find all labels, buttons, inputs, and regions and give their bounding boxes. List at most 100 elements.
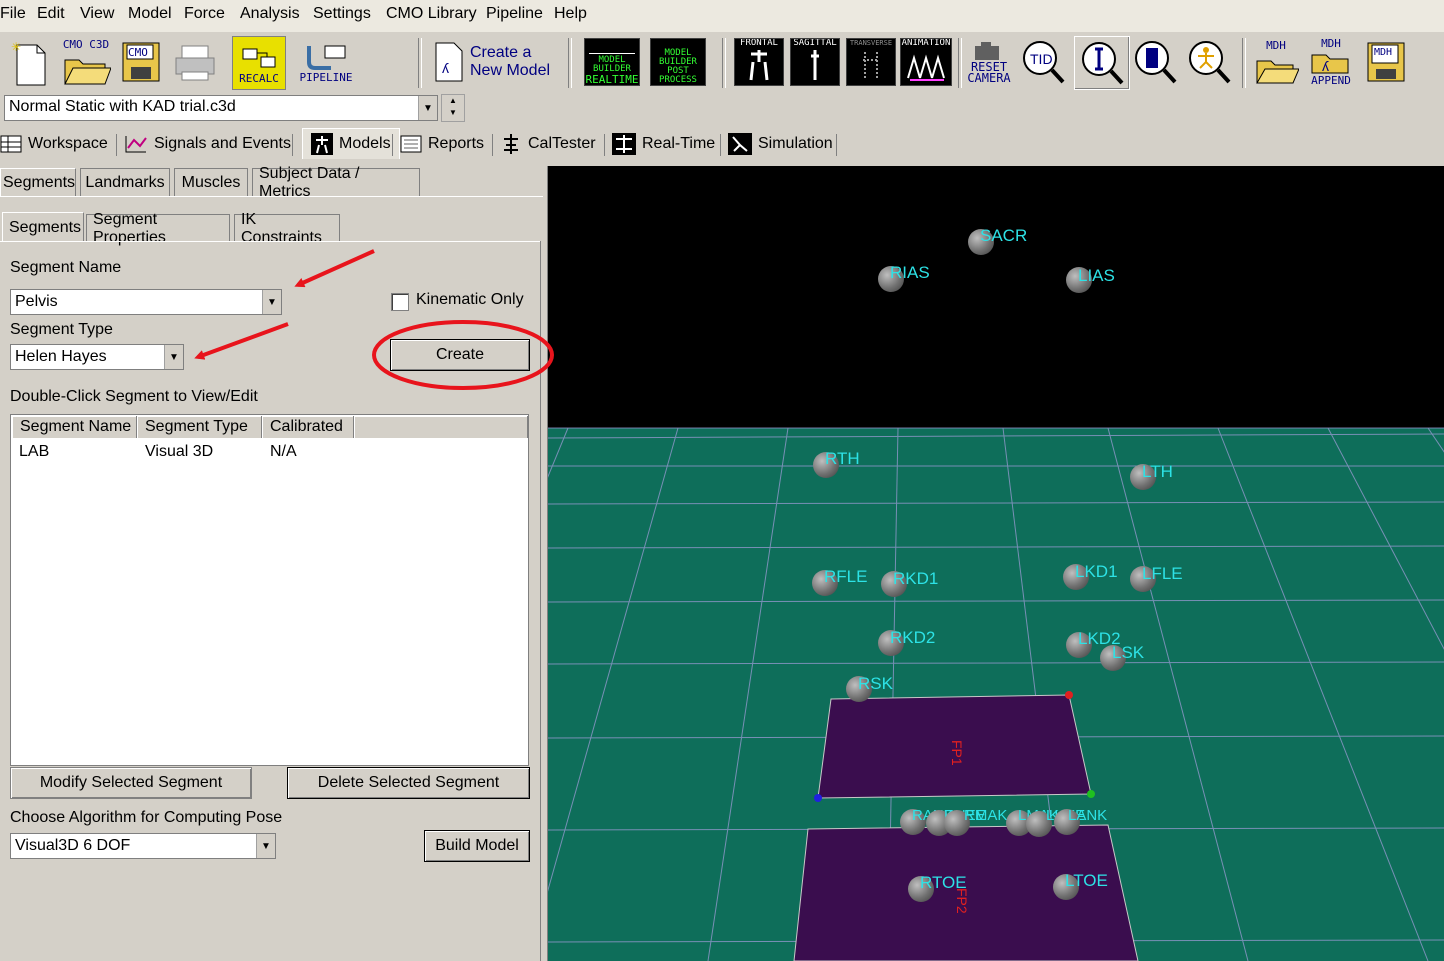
create-model-line2: New Model xyxy=(470,62,551,79)
mdh-append-button[interactable]: MDH ʎ APPEND xyxy=(1304,36,1358,88)
segment-type-label: Segment Type xyxy=(10,321,113,338)
mdh-append-label: MDH xyxy=(1321,37,1341,50)
mdh-save-button[interactable]: MDH xyxy=(1362,36,1410,88)
recalc-label: RECALC xyxy=(239,71,279,85)
transverse-view-button[interactable]: TRANSVERSE xyxy=(846,38,896,86)
zoom-figure-button[interactable] xyxy=(1184,36,1234,88)
menu-force[interactable]: Force xyxy=(184,5,225,23)
marker-label-lias: LIAS xyxy=(1078,266,1115,285)
subtab-segments-label: Segments xyxy=(3,173,76,191)
innertab-segment-properties[interactable]: Segment Properties xyxy=(86,211,230,246)
save-cmo-button[interactable]: CMO xyxy=(118,36,164,88)
innertab-ik-constraints[interactable]: IK Constraints xyxy=(234,211,340,246)
algorithm-combo[interactable]: Visual3D 6 DOF ▼ xyxy=(10,833,276,859)
marker-label-rias: RIAS xyxy=(890,263,930,282)
menu-settings[interactable]: Settings xyxy=(313,5,371,23)
subtab-landmarks[interactable]: Landmarks xyxy=(80,168,170,196)
subtab-segments[interactable]: Segments xyxy=(0,168,76,196)
menu-model[interactable]: Model xyxy=(128,5,172,23)
mdh-open-button[interactable]: MDH xyxy=(1252,36,1300,88)
floppy-save-icon: CMO xyxy=(122,42,160,82)
chevron-down-icon[interactable]: ▼ xyxy=(164,345,183,369)
tab-reports[interactable]: Reports xyxy=(400,130,484,158)
model-builder-realtime-button[interactable]: MODEL BUILDER REALTIME xyxy=(584,38,640,86)
tab-caltester[interactable]: CalTester xyxy=(500,130,596,158)
frontal-label: FRONTAL xyxy=(740,38,778,48)
magnifier-bone-icon xyxy=(1082,42,1124,85)
menu-pipeline[interactable]: Pipeline xyxy=(486,5,543,23)
trial-file-combo[interactable]: Normal Static with KAD trial.c3d ▼ xyxy=(4,95,438,121)
zoom-object-button[interactable] xyxy=(1130,36,1180,88)
workspace-icon xyxy=(0,135,22,153)
reset-camera-button[interactable]: RESET CAMERA xyxy=(964,36,1014,88)
tab-models[interactable]: Models xyxy=(302,128,400,159)
segment-list[interactable]: Segment Name Segment Type Calibrated LAB… xyxy=(10,414,529,766)
real-time-icon xyxy=(612,133,636,155)
signals-chart-icon xyxy=(125,136,147,153)
transverse-label: TRANSVERSE xyxy=(849,39,893,47)
menu-analysis[interactable]: Analysis xyxy=(240,5,300,23)
marker-label-lank: LANK xyxy=(1068,807,1108,824)
delete-segment-button[interactable]: Delete Selected Segment xyxy=(287,767,530,799)
tab-real-time[interactable]: Real-Time xyxy=(612,130,715,158)
menu-view[interactable]: View xyxy=(80,5,114,23)
tab-separator xyxy=(720,134,721,156)
chevron-down-icon[interactable]: ▼ xyxy=(418,96,437,120)
segment-name-combo[interactable]: Pelvis ▼ xyxy=(10,289,282,315)
models-left-panel: Segments Landmarks Muscles Subject Data … xyxy=(0,165,545,961)
create-button[interactable]: Create xyxy=(390,339,530,371)
main-tab-bar: Workspace Signals and Events Models Repo… xyxy=(0,128,1444,160)
caltester-icon xyxy=(504,134,518,154)
3d-viewport[interactable]: FP1 FP2 SACR RIAS LIAS RTH LTH RFLE RKD1… xyxy=(547,166,1444,961)
trial-spinner[interactable]: ▲ ▼ xyxy=(441,94,465,122)
cmo-c3d-label: CMO C3D xyxy=(62,37,110,51)
menu-cmo-library[interactable]: CMO Library xyxy=(386,5,477,23)
pipeline-button[interactable]: PIPELINE xyxy=(298,36,354,88)
subtab-muscles[interactable]: Muscles xyxy=(174,168,248,196)
chevron-down-icon[interactable]: ▼ xyxy=(256,834,275,858)
tab-separator xyxy=(604,134,605,156)
pipeline-icon xyxy=(307,45,346,70)
menu-edit[interactable]: Edit xyxy=(37,5,65,23)
open-cmo-c3d-button[interactable]: CMO C3D xyxy=(58,36,114,88)
menu-file[interactable]: File xyxy=(0,5,26,23)
toolbar-separator xyxy=(958,38,962,88)
marker-label-rfle: RFLE xyxy=(824,567,868,586)
menu-help[interactable]: Help xyxy=(554,5,587,23)
models-figure-icon xyxy=(311,133,333,155)
toolbar-separator xyxy=(722,38,726,88)
tab-signals-events[interactable]: Signals and Events xyxy=(124,130,291,158)
mdh-append-icon: ʎ xyxy=(1311,54,1349,74)
mb-realtime-3: REALTIME xyxy=(585,73,639,86)
create-new-model-button[interactable]: ʎ Create a New Model xyxy=(432,36,560,88)
sagittal-view-button[interactable]: SAGITTAL xyxy=(790,38,840,86)
innertab-segments[interactable]: Segments xyxy=(2,212,84,242)
subtab-subject-data[interactable]: Subject Data / Metrics xyxy=(252,165,420,200)
marker-label-rtoe: RTOE xyxy=(920,873,967,892)
row-segment-type: Visual 3D xyxy=(145,443,214,460)
zoom-tid-button[interactable]: TID xyxy=(1018,36,1068,88)
chevron-down-icon[interactable]: ▼ xyxy=(262,290,281,314)
kinematic-only-checkbox[interactable] xyxy=(391,293,409,311)
recalc-button[interactable]: RECALC xyxy=(232,36,286,90)
print-button[interactable] xyxy=(170,36,220,88)
col-segment-type[interactable]: Segment Type xyxy=(137,416,262,438)
tab-workspace[interactable]: Workspace xyxy=(0,130,108,158)
marker-label-rmak: RMAK xyxy=(964,807,1008,824)
list-label: Double-Click Segment to View/Edit xyxy=(10,388,258,405)
zoom-segment-button[interactable] xyxy=(1074,36,1130,90)
build-model-button[interactable]: Build Model xyxy=(424,830,530,862)
new-file-button[interactable]: ✳ xyxy=(6,36,52,88)
reports-icon xyxy=(400,135,422,153)
tab-simulation[interactable]: Simulation xyxy=(728,130,833,158)
animation-button[interactable]: ANIMATION xyxy=(900,38,952,86)
algorithm-label: Choose Algorithm for Computing Pose xyxy=(10,809,283,826)
modify-segment-button[interactable]: Modify Selected Segment xyxy=(10,767,252,799)
col-calibrated[interactable]: Calibrated xyxy=(262,416,354,438)
col-segment-name[interactable]: Segment Name xyxy=(12,416,137,438)
segment-type-combo[interactable]: Helen Hayes ▼ xyxy=(10,344,184,370)
new-file-icon: ✳ xyxy=(11,40,46,86)
marker-label-rth: RTH xyxy=(825,449,860,468)
frontal-view-button[interactable]: FRONTAL xyxy=(734,38,784,86)
model-builder-post-process-button[interactable]: MODEL BUILDER POST PROCESS xyxy=(650,38,706,86)
